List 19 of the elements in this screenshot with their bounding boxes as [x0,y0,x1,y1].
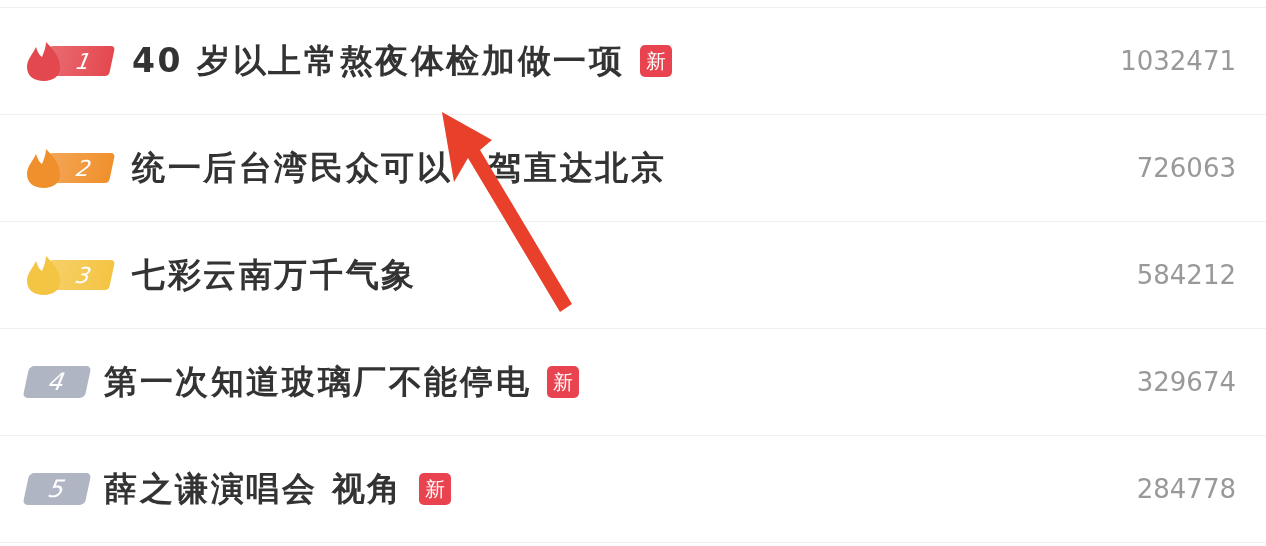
topic-title: 薛之谦演唱会 视角 [104,467,403,510]
heat-count: 584212 [1136,260,1236,290]
heat-count: 284778 [1136,474,1236,504]
heat-count: 329674 [1136,367,1236,397]
hot-list-row[interactable]: 1 40 岁以上常熬夜体检加做一项 新 1032471 [0,8,1266,115]
new-tag: 新 [547,366,580,398]
topic-title: 驾直达北京 [488,146,667,189]
new-tag: 新 [418,473,451,505]
heat-count: 1032471 [1120,46,1236,76]
rank-badge: 5 [22,473,92,505]
new-tag: 新 [640,45,673,77]
hot-list-row[interactable]: 4 第一次知道玻璃厂不能停电 新 329674 [0,329,1266,436]
topic-title: 40 岁以上常熬夜体检加做一项 [132,39,625,82]
hot-list-row[interactable]: 5 薛之谦演唱会 视角 新 284778 [0,436,1266,543]
topic-title: 第一次知道玻璃厂不能停电 [104,360,532,403]
topic-title: 统一后台湾民众可以 [132,146,453,189]
rank-badge: 4 [22,366,92,398]
topic-title: 七彩云南万千气象 [132,253,417,296]
heat-count: 726063 [1136,153,1236,183]
